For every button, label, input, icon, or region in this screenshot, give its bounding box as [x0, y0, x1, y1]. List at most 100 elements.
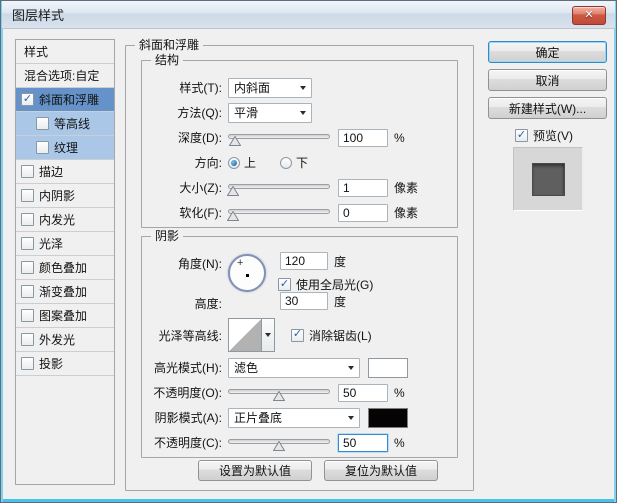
- style-label: 样式(T):: [179, 81, 222, 95]
- new-style-button[interactable]: 新建样式(W)...: [488, 97, 607, 119]
- dropdown-arrow-icon: [265, 333, 271, 337]
- sidebar-item-outer-glow[interactable]: 外发光: [16, 328, 114, 352]
- sidebar-item-satin[interactable]: 光泽: [16, 232, 114, 256]
- gloss-contour-dropdown-button[interactable]: [262, 318, 275, 352]
- size-input[interactable]: [338, 178, 388, 197]
- soften-slider[interactable]: [227, 205, 330, 221]
- set-default-button[interactable]: 设置为默认值: [198, 460, 312, 481]
- depth-input[interactable]: [338, 128, 388, 147]
- dropdown-arrow-icon: [300, 110, 306, 115]
- reset-default-button[interactable]: 复位为默认值: [324, 460, 438, 481]
- close-button[interactable]: ✕: [572, 6, 606, 25]
- slider-handle[interactable]: [229, 135, 241, 146]
- slider-handle[interactable]: [273, 390, 285, 401]
- style-select[interactable]: 内斜面: [228, 77, 312, 98]
- altitude-label: 高度:: [194, 297, 222, 311]
- sidebar-item-label: 颜色叠加: [39, 261, 88, 275]
- sidebar-item-inner-shadow[interactable]: 内阴影: [16, 184, 114, 208]
- shadow-color-swatch[interactable]: [368, 407, 408, 428]
- inner-glow-checkbox[interactable]: [21, 213, 34, 226]
- slider-handle[interactable]: [273, 440, 285, 451]
- sidebar-item-label: 外发光: [39, 333, 76, 347]
- depth-unit: %: [394, 130, 405, 145]
- sidebar-item-gradient-overlay[interactable]: 渐变叠加: [16, 280, 114, 304]
- satin-checkbox[interactable]: [21, 237, 34, 250]
- highlight-opacity-slider[interactable]: [228, 385, 330, 401]
- highlight-mode-select[interactable]: 滤色: [228, 357, 360, 378]
- texture-checkbox[interactable]: [36, 141, 49, 154]
- size-unit: 像素: [394, 181, 419, 195]
- anti-alias-checkbox[interactable]: ✓: [291, 328, 304, 342]
- angle-center-dot: [246, 274, 249, 277]
- sidebar-item-pattern-overlay[interactable]: 图案叠加: [16, 304, 114, 328]
- sidebar-item-contour[interactable]: 等高线: [16, 112, 114, 136]
- pattern-overlay-checkbox[interactable]: [21, 309, 34, 322]
- direction-down-radio[interactable]: [280, 156, 293, 169]
- sidebar-item-blending-options[interactable]: 混合选项:自定: [16, 64, 114, 88]
- titlebar[interactable]: 图层样式 ✕: [2, 1, 615, 29]
- cancel-button[interactable]: 取消: [488, 69, 607, 91]
- drop-shadow-checkbox[interactable]: [21, 357, 34, 370]
- sidebar-item-label: 混合选项:自定: [24, 69, 100, 83]
- size-slider[interactable]: [227, 180, 330, 196]
- cancel-label: 取消: [535, 73, 560, 88]
- highlight-mode-value: 滤色: [234, 361, 259, 375]
- shadow-opacity-input[interactable]: [338, 433, 388, 452]
- sidebar-item-texture[interactable]: 纹理: [16, 136, 114, 160]
- stroke-checkbox[interactable]: [21, 165, 34, 178]
- direction-up-radio[interactable]: [228, 156, 240, 169]
- sidebar-item-styles[interactable]: 样式: [16, 40, 114, 64]
- depth-slider[interactable]: [228, 130, 330, 146]
- technique-select[interactable]: 平滑: [228, 102, 312, 123]
- check-icon: ✓: [279, 277, 290, 290]
- sidebar-item-stroke[interactable]: 描边: [16, 160, 114, 184]
- bevel-emboss-checkbox[interactable]: ✓: [21, 93, 34, 106]
- highlight-opacity-input[interactable]: [338, 383, 388, 402]
- slider-handle[interactable]: [227, 210, 239, 221]
- shadow-mode-select[interactable]: 正片叠底: [228, 407, 360, 428]
- angle-crosshair-icon: +: [237, 257, 244, 269]
- preview-checkbox[interactable]: ✓: [515, 129, 528, 142]
- sidebar-item-label: 斜面和浮雕: [39, 93, 100, 107]
- outer-glow-checkbox[interactable]: [21, 333, 34, 346]
- use-global-light-checkbox[interactable]: ✓: [278, 278, 291, 291]
- gloss-contour-swatch[interactable]: [228, 318, 262, 352]
- highlight-opacity-unit: %: [394, 385, 405, 400]
- color-overlay-checkbox[interactable]: [21, 261, 34, 274]
- soften-input[interactable]: [338, 203, 388, 222]
- angle-dial[interactable]: +: [228, 254, 266, 292]
- preview-thumbnail-shape: [531, 162, 565, 196]
- technique-label: 方法(Q):: [177, 106, 222, 120]
- contour-checkbox[interactable]: [36, 117, 49, 130]
- reset-default-label: 复位为默认值: [344, 464, 417, 478]
- slider-handle[interactable]: [227, 185, 239, 196]
- slider-track: [228, 133, 330, 139]
- sidebar-item-label: 渐变叠加: [39, 285, 88, 299]
- bevel-emboss-panel: 斜面和浮雕 结构 样式(T): 内斜面 方法(Q): 平滑 深度(D): 100…: [125, 38, 474, 491]
- sidebar-item-label: 光泽: [39, 237, 64, 251]
- styles-sidebar: 样式 混合选项:自定 ✓ 斜面和浮雕 等高线 纹理 描边 内阴影 内发光 光泽 …: [15, 39, 115, 485]
- altitude-unit: 度: [334, 294, 347, 309]
- sidebar-item-color-overlay[interactable]: 颜色叠加: [16, 256, 114, 280]
- direction-up-label: 上: [244, 156, 257, 170]
- soften-label: 软化(F):: [179, 206, 222, 220]
- sidebar-item-drop-shadow[interactable]: 投影: [16, 352, 114, 376]
- check-icon: ✓: [22, 92, 33, 105]
- altitude-input[interactable]: [280, 292, 328, 310]
- structure-group: 结构 样式(T): 内斜面 方法(Q): 平滑 深度(D): 100 % 方向:…: [141, 53, 458, 228]
- gradient-overlay-checkbox[interactable]: [21, 285, 34, 298]
- shadow-opacity-slider[interactable]: [228, 435, 330, 451]
- sidebar-item-bevel-emboss[interactable]: ✓ 斜面和浮雕: [16, 88, 114, 112]
- angle-input[interactable]: [280, 252, 328, 270]
- dropdown-arrow-icon: [348, 365, 354, 370]
- shadow-opacity-label: 不透明度(C):: [154, 436, 222, 450]
- layer-style-dialog: 图层样式 ✕ 样式 混合选项:自定 ✓ 斜面和浮雕 等高线 纹理 描边 内阴影 …: [0, 0, 617, 503]
- ok-button[interactable]: 确定: [488, 41, 607, 63]
- sidebar-item-inner-glow[interactable]: 内发光: [16, 208, 114, 232]
- inner-shadow-checkbox[interactable]: [21, 189, 34, 202]
- sidebar-item-label: 内发光: [39, 213, 76, 227]
- new-style-label: 新建样式(W)...: [508, 101, 587, 116]
- dialog-title: 图层样式: [12, 8, 65, 23]
- depth-label: 深度(D):: [178, 131, 222, 145]
- highlight-color-swatch[interactable]: [368, 357, 408, 378]
